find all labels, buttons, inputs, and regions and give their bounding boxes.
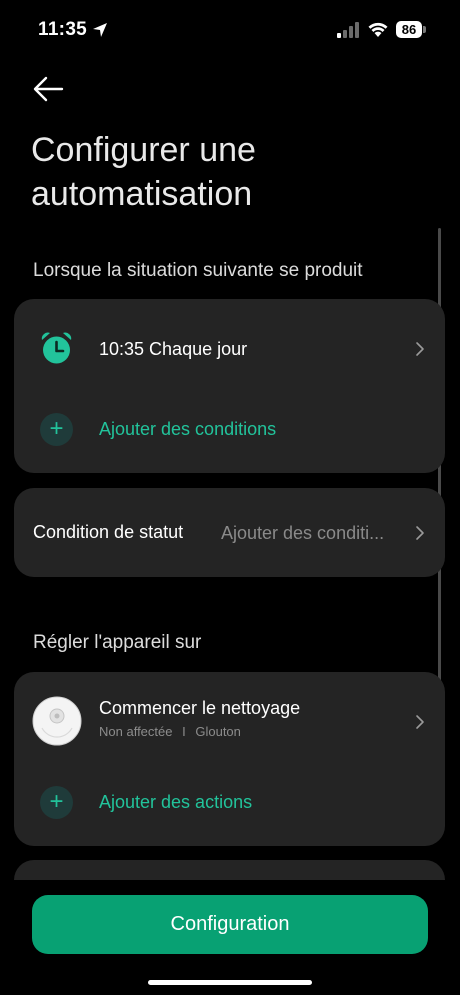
status-condition-label: Condition de statut [33,522,184,542]
wifi-icon [368,22,388,37]
trigger-time-label: 10:35 Chaque jour [99,339,248,359]
action-room: Non affectée [99,724,173,739]
signal-icon [337,22,359,38]
add-conditions-label: Ajouter des conditions [99,419,277,439]
status-condition-row[interactable]: Condition de statut Ajouter des conditi.… [14,488,445,577]
robot-vacuum-icon [32,696,82,746]
add-conditions-row[interactable]: + Ajouter des conditions [14,399,445,459]
back-arrow-icon[interactable] [28,72,68,106]
status-time: 11:35 [38,19,88,40]
trigger-card: 10:35 Chaque jour + Ajouter des conditio… [14,299,445,473]
action-separator: I [182,724,186,739]
status-condition-value: Ajouter des conditi... [221,523,385,543]
action-subtitle: Non affectée I Glouton [99,724,241,739]
configuration-button[interactable]: Configuration [32,895,428,954]
alarm-clock-icon [41,332,72,364]
trigger-section-label: Lorsque la situation suivante se produit [33,260,363,281]
page-title: Configurer une automatisation [31,131,256,213]
action-card: Commencer le nettoyage Non affectée I Gl… [14,672,445,846]
add-actions-row[interactable]: + Ajouter des actions [14,772,445,832]
battery-indicator: 86 [396,21,422,38]
home-indicator [148,980,312,985]
action-device: Glouton [195,724,241,739]
action-row[interactable]: Commencer le nettoyage Non affectée I Gl… [14,672,445,772]
trigger-row[interactable]: 10:35 Chaque jour [14,299,445,399]
add-actions-label: Ajouter des actions [99,792,253,812]
location-arrow-icon [93,23,107,37]
plus-icon: + [40,786,73,819]
chevron-right-icon [416,715,424,729]
chevron-right-icon [416,526,424,540]
action-section-label: Régler l'appareil sur [33,632,202,653]
chevron-right-icon [416,342,424,356]
status-bar: 11:35 86 [0,0,460,60]
action-title: Commencer le nettoyage [99,698,301,718]
plus-icon: + [40,413,73,446]
battery-nub [423,26,426,33]
